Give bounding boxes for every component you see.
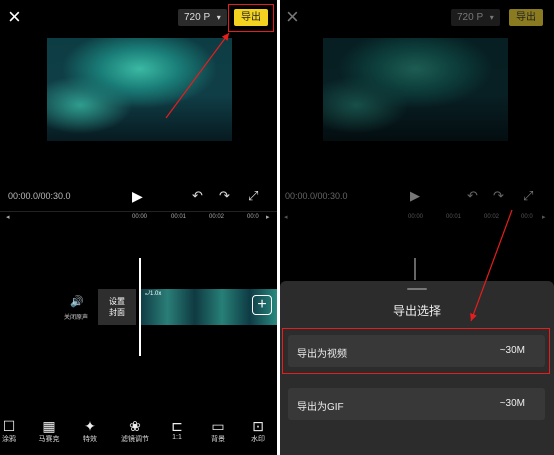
arrow-to-export [165,32,230,119]
arrow-to-video-option [470,209,513,322]
annotation-arrows [165,32,513,322]
